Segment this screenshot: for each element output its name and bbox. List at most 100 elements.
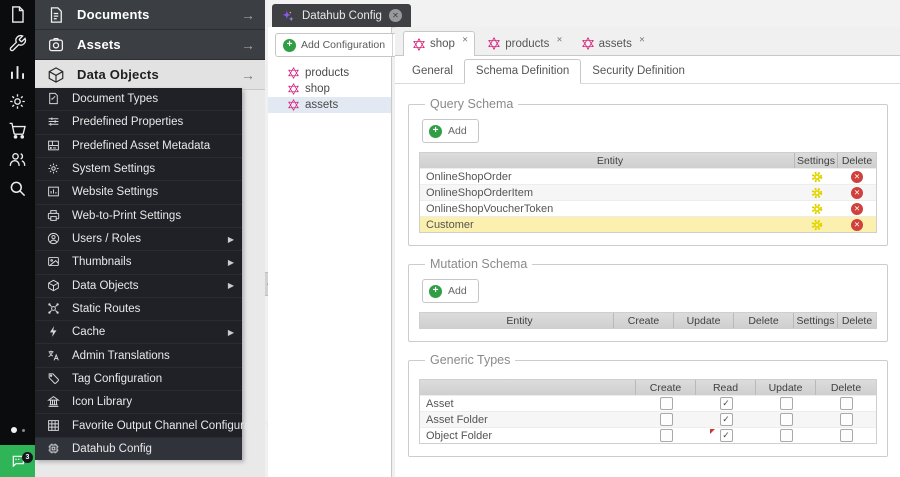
tree-item-shop[interactable]: shop bbox=[268, 81, 391, 97]
generic-types-legend: Generic Types bbox=[425, 353, 515, 367]
wrench-icon[interactable] bbox=[0, 29, 35, 58]
menu-item-data-objects[interactable]: Data Objects ▶ bbox=[35, 275, 242, 298]
bar-chart-icon[interactable] bbox=[0, 58, 35, 87]
settings-gear-icon[interactable] bbox=[811, 187, 823, 199]
menu-item-icon-library[interactable]: Icon Library bbox=[35, 391, 242, 414]
query-schema-add-button[interactable]: + Add bbox=[422, 119, 479, 143]
delete-icon[interactable]: ✕ bbox=[851, 203, 863, 215]
menu-item-system-settings[interactable]: System Settings bbox=[35, 158, 242, 181]
checkbox-object-folder-create[interactable] bbox=[660, 429, 673, 442]
checkbox-asset-folder-read[interactable] bbox=[720, 413, 733, 426]
table-row[interactable]: OnlineShopOrder ✕ bbox=[420, 168, 876, 184]
menu-item-admin-translations[interactable]: Admin Translations bbox=[35, 344, 242, 367]
menu-item-favorite-output-channel-configurations[interactable]: Favorite Output Channel Configurations bbox=[35, 414, 242, 437]
delete-icon[interactable]: ✕ bbox=[851, 219, 863, 231]
checkbox-asset-folder-create[interactable] bbox=[660, 413, 673, 426]
column-header-delete[interactable]: Delete bbox=[838, 153, 876, 168]
column-header-entity[interactable]: Entity bbox=[420, 153, 795, 168]
checkbox-asset-folder-delete[interactable] bbox=[840, 413, 853, 426]
column-header-delete[interactable]: Delete bbox=[816, 380, 876, 395]
table-row-selected[interactable]: Customer ✕ bbox=[420, 216, 876, 232]
close-icon[interactable]: ✕ bbox=[462, 35, 468, 44]
tab-assets[interactable]: assets ✕ bbox=[573, 32, 652, 55]
tree-item-assets[interactable]: assets bbox=[268, 97, 391, 113]
menu-item-tag-configuration[interactable]: Tag Configuration bbox=[35, 368, 242, 391]
menu-item-label: Users / Roles bbox=[72, 233, 228, 245]
column-header-create[interactable]: Create bbox=[636, 380, 696, 395]
documents-icon bbox=[47, 6, 65, 24]
column-header-settings[interactable]: Settings bbox=[794, 313, 838, 328]
close-icon[interactable]: ✕ bbox=[556, 35, 562, 44]
entity-cell: OnlineShopVoucherToken bbox=[420, 201, 795, 216]
column-header-update[interactable]: Update bbox=[756, 380, 816, 395]
column-header-create[interactable]: Create bbox=[614, 313, 674, 328]
menu-item-users-roles[interactable]: Users / Roles ▶ bbox=[35, 228, 242, 251]
chevron-right-icon: ▶ bbox=[228, 328, 234, 337]
tab-label: products bbox=[505, 38, 549, 50]
search-icon[interactable] bbox=[0, 174, 35, 203]
menu-section-label: Documents bbox=[77, 7, 241, 22]
grid-header-row: Create Read Update Delete bbox=[420, 380, 876, 395]
menu-section-documents[interactable]: Documents → bbox=[35, 0, 265, 30]
editor-tab-bar: shop ✕ products ✕ assets ✕ bbox=[395, 27, 900, 56]
table-row[interactable]: OnlineShopVoucherToken ✕ bbox=[420, 200, 876, 216]
checkbox-object-folder-update[interactable] bbox=[780, 429, 793, 442]
workspace-tab-datahub-config[interactable]: Datahub Config ✕ bbox=[272, 4, 411, 27]
menu-section-assets[interactable]: Assets → bbox=[35, 30, 265, 60]
menu-item-datahub-config[interactable]: Datahub Config bbox=[35, 438, 242, 460]
add-configuration-button[interactable]: + Add Configuration ▼ bbox=[275, 33, 410, 57]
checkbox-asset-update[interactable] bbox=[780, 397, 793, 410]
menu-item-web-to-print-settings[interactable]: Web-to-Print Settings bbox=[35, 205, 242, 228]
settings-gear-icon[interactable] bbox=[811, 203, 823, 215]
menu-item-predefined-asset-metadata[interactable]: Predefined Asset Metadata bbox=[35, 135, 242, 158]
checkbox-object-folder-delete[interactable] bbox=[840, 429, 853, 442]
tab-shop[interactable]: shop ✕ bbox=[403, 31, 475, 56]
settings-gear-icon[interactable] bbox=[811, 219, 823, 231]
file-icon[interactable] bbox=[0, 0, 35, 29]
plus-icon: + bbox=[429, 125, 442, 138]
schema-definition-content: Query Schema + Add Entity Settings Delet… bbox=[395, 84, 900, 457]
tab-products[interactable]: products ✕ bbox=[479, 32, 568, 55]
settings-gear-icon[interactable] bbox=[811, 171, 823, 183]
checkbox-asset-folder-update[interactable] bbox=[780, 413, 793, 426]
column-header-delete[interactable]: Delete bbox=[838, 313, 876, 328]
menu-item-cache[interactable]: Cache ▶ bbox=[35, 321, 242, 344]
menu-item-predefined-properties[interactable]: Predefined Properties bbox=[35, 111, 242, 134]
menu-section-data-objects[interactable]: Data Objects → bbox=[35, 60, 265, 90]
tab-schema-definition[interactable]: Schema Definition bbox=[464, 59, 581, 84]
tab-general[interactable]: General bbox=[401, 60, 464, 83]
gear-icon[interactable] bbox=[0, 87, 35, 116]
checkbox-object-folder-read[interactable] bbox=[720, 429, 733, 442]
checkbox-asset-read[interactable] bbox=[720, 397, 733, 410]
query-schema-fieldset: Query Schema + Add Entity Settings Delet… bbox=[408, 97, 888, 246]
close-icon[interactable]: ✕ bbox=[639, 35, 645, 44]
tab-security-definition[interactable]: Security Definition bbox=[581, 60, 696, 83]
menu-item-document-types[interactable]: Document Types bbox=[35, 88, 242, 111]
entity-cell: OnlineShopOrder bbox=[420, 169, 795, 184]
type-label-cell: Asset bbox=[420, 396, 636, 411]
column-header-read[interactable]: Read bbox=[696, 380, 756, 395]
mutation-schema-add-button[interactable]: + Add bbox=[422, 279, 479, 303]
chat-notifications-button[interactable]: 3 bbox=[0, 445, 35, 477]
delete-icon[interactable]: ✕ bbox=[851, 171, 863, 183]
menu-item-thumbnails[interactable]: Thumbnails ▶ bbox=[35, 251, 242, 274]
workspace-tab-label: Datahub Config bbox=[302, 10, 382, 22]
tree-item-products[interactable]: products bbox=[268, 65, 391, 81]
checkbox-asset-delete[interactable] bbox=[840, 397, 853, 410]
delete-icon[interactable]: ✕ bbox=[851, 187, 863, 199]
menu-item-website-settings[interactable]: Website Settings bbox=[35, 181, 242, 204]
datahub-config-panel: + Add Configuration ▼ products shop asse… bbox=[268, 27, 392, 477]
column-header-update[interactable]: Update bbox=[674, 313, 734, 328]
users-icon[interactable] bbox=[0, 145, 35, 174]
checkbox-asset-create[interactable] bbox=[660, 397, 673, 410]
main-navigation-menu: Documents → Assets → Data Objects → Docu… bbox=[35, 0, 265, 477]
menu-item-static-routes[interactable]: Static Routes bbox=[35, 298, 242, 321]
column-header-entity[interactable]: Entity bbox=[420, 313, 614, 328]
table-row[interactable]: OnlineShopOrderItem ✕ bbox=[420, 184, 876, 200]
sparkle-icon bbox=[281, 9, 295, 23]
column-header-settings[interactable]: Settings bbox=[795, 153, 838, 168]
shopping-cart-icon[interactable] bbox=[0, 116, 35, 145]
column-header-delete[interactable]: Delete bbox=[734, 313, 794, 328]
close-icon[interactable]: ✕ bbox=[389, 9, 402, 22]
generic-types-grid: Create Read Update Delete Asset Asset Fo… bbox=[419, 379, 877, 444]
